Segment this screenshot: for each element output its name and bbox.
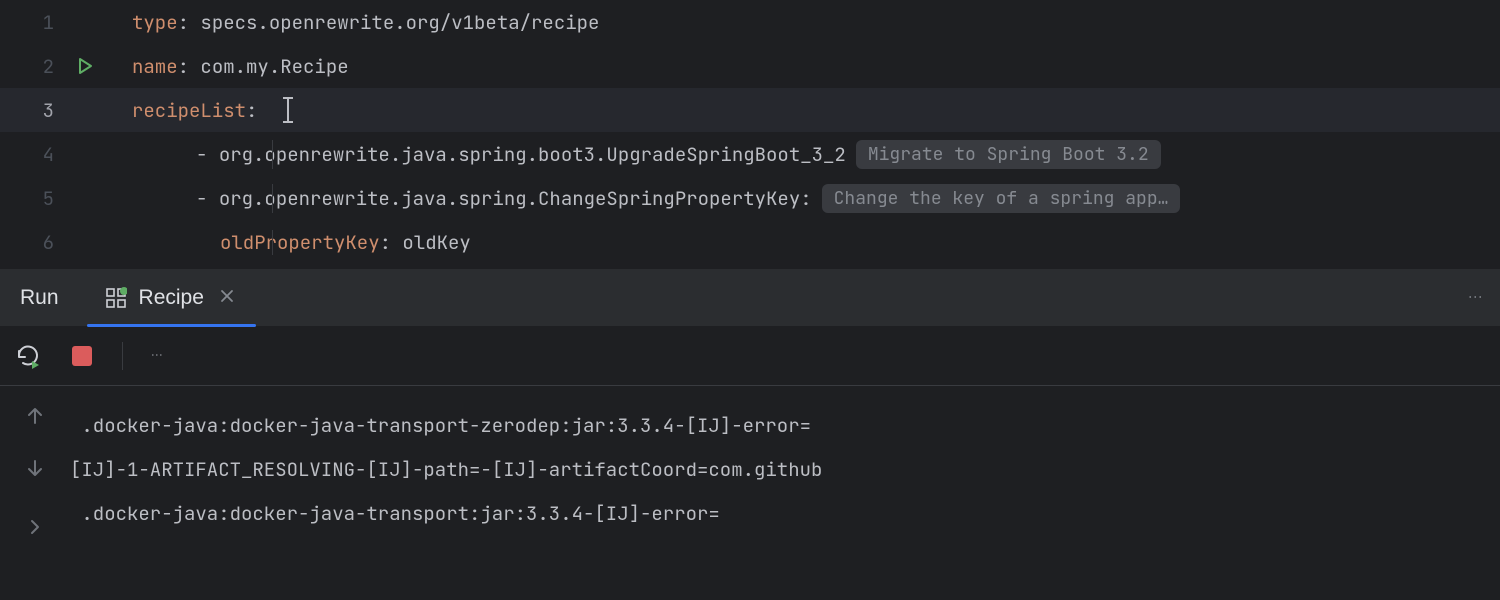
line-number: 1	[43, 10, 54, 35]
run-gutter-icon[interactable]	[76, 57, 94, 75]
indent-guide	[272, 140, 273, 169]
code-line[interactable]: 5 - org.openrewrite.java.spring.ChangeSp…	[0, 176, 1500, 220]
code-line[interactable]: 4 - org.openrewrite.java.spring.boot3.Up…	[0, 132, 1500, 176]
gutter: 6	[0, 230, 112, 255]
text-caret	[287, 97, 289, 123]
code-content[interactable]: - org.openrewrite.java.spring.ChangeSpri…	[112, 184, 1500, 213]
line-number: 6	[43, 230, 54, 255]
console[interactable]: .docker-java:docker-java-transport-zerod…	[0, 386, 1500, 600]
up-arrow-icon[interactable]	[25, 406, 45, 432]
code-content[interactable]: type: specs.openrewrite.org/v1beta/recip…	[112, 10, 1500, 35]
code-line-active[interactable]: 3 recipeList:	[0, 88, 1500, 132]
run-config-icon	[105, 287, 127, 309]
gutter: 2	[0, 54, 112, 79]
indent-guide	[272, 230, 273, 255]
code-content[interactable]: recipeList:	[112, 97, 1500, 123]
run-config-tab-label: Recipe	[139, 286, 204, 310]
line-number: 5	[43, 186, 54, 211]
code-content[interactable]: name: com.my.Recipe	[112, 54, 1500, 79]
code-editor[interactable]: 1 type: specs.openrewrite.org/v1beta/rec…	[0, 0, 1500, 268]
panel-more-icon[interactable]: ⋮	[1466, 290, 1484, 306]
indent-guide	[272, 184, 273, 213]
run-panel-header: Run Recipe ⋮	[0, 268, 1500, 326]
gutter: 5	[0, 186, 112, 211]
rerun-button[interactable]	[14, 342, 42, 370]
code-line[interactable]: 2 name: com.my.Recipe	[0, 44, 1500, 88]
toolbar-more-icon[interactable]: ⋮	[149, 349, 165, 363]
run-toolbar: ⋮	[0, 326, 1500, 386]
active-tab-indicator	[87, 324, 256, 327]
line-number: 4	[43, 142, 54, 167]
line-number: 2	[43, 54, 54, 79]
gutter: 1	[0, 10, 112, 35]
console-output[interactable]: .docker-java:docker-java-transport-zerod…	[70, 386, 1500, 600]
toolbar-separator	[122, 342, 123, 370]
console-gutter	[0, 386, 70, 600]
gutter: 3	[0, 98, 112, 123]
down-arrow-icon[interactable]	[25, 458, 45, 484]
code-line[interactable]: 6 oldPropertyKey: oldKey	[0, 220, 1500, 264]
run-panel: ⋮ .docker-java:docker-java-transport-zer…	[0, 326, 1500, 600]
gutter: 4	[0, 142, 112, 167]
stop-button[interactable]	[68, 342, 96, 370]
code-content[interactable]: - org.openrewrite.java.spring.boot3.Upgr…	[112, 140, 1500, 169]
code-content[interactable]: oldPropertyKey: oldKey	[112, 230, 1500, 255]
inlay-hint[interactable]: Migrate to Spring Boot 3.2	[856, 140, 1161, 169]
code-line[interactable]: 1 type: specs.openrewrite.org/v1beta/rec…	[0, 0, 1500, 44]
line-number: 3	[43, 98, 54, 123]
inlay-hint[interactable]: Change the key of a spring app…	[822, 184, 1181, 213]
chevron-right-icon[interactable]	[27, 516, 43, 541]
close-tab-icon[interactable]	[216, 287, 238, 308]
run-config-tab[interactable]: Recipe	[87, 269, 256, 326]
run-panel-title: Run	[20, 269, 87, 326]
